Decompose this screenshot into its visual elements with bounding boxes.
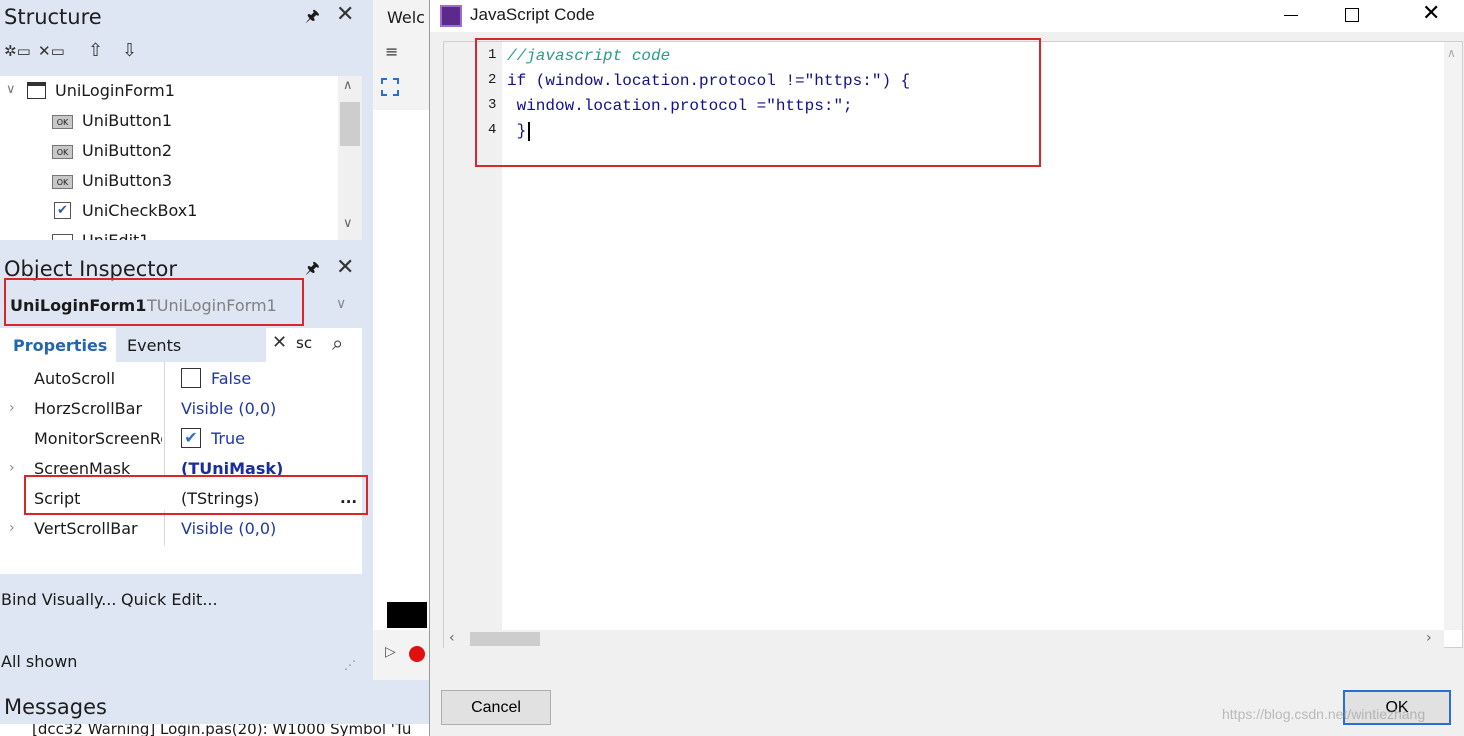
inspector-tabs: Properties Events ✕ sc ⌕ [0,328,362,362]
javascript-code-dialog: JavaScript Code ✕ 1 //javascript code 2 … [429,0,1464,736]
tab-properties-label: Properties [13,336,108,355]
tree-item[interactable]: UniCheckBox1 [82,201,197,220]
checkbox-icon: ✔ [54,202,71,219]
play-icon[interactable]: ▷ [385,644,396,660]
editor-strip: Welc ≡ ▷ [373,0,429,680]
app-icon [440,5,462,27]
expand-icon[interactable]: › [9,400,15,416]
clear-search-icon[interactable]: ✕ [272,332,287,353]
scroll-thumb[interactable] [340,102,360,146]
dark-bar [387,602,427,628]
bind-visually-link[interactable]: Bind Visually... [1,590,116,609]
align-icon[interactable]: ≡ [385,42,398,61]
resize-grip-icon[interactable]: ⋰ [344,658,356,672]
scroll-up-icon[interactable]: ∧ [1447,46,1456,60]
form-icon [27,82,46,99]
grid-divider [164,362,165,546]
tree-item[interactable]: UniButton3 [82,171,172,190]
cancel-button[interactable]: Cancel [441,690,551,725]
editor-vscrollbar[interactable]: ∧ [1444,42,1462,630]
structure-title: Structure [4,5,102,29]
structure-panel: Structure 🖈 ✕ ✲▭ ✕▭ ⇧ ⇩ ∨ UniLoginForm1 … [0,0,372,240]
tree-item[interactable]: UniEdit1 [82,231,149,240]
search-field[interactable]: ✕ sc ⌕ [266,328,362,362]
grid-icon[interactable] [381,78,399,96]
move-down-icon[interactable]: ⇩ [122,40,137,61]
search-input[interactable]: sc [296,334,312,352]
property-value[interactable]: Visible (0,0) [181,399,276,418]
editor-tab[interactable]: Welc [387,8,425,27]
expand-all-icon[interactable]: ✲▭ [4,42,31,60]
maximize-icon[interactable] [1345,8,1359,22]
property-name[interactable]: HorzScrollBar [34,399,142,418]
quick-edit-link[interactable]: Quick Edit... [121,590,218,609]
tab-properties[interactable]: Properties [0,328,116,362]
tree-expander-icon[interactable]: ∨ [6,82,16,97]
dialog-title: JavaScript Code [470,5,595,24]
messages-panel: Messages [dcc32 Warning] Login.pas(20): … [0,680,430,736]
tab-events-label: Events [127,336,182,355]
tree-item[interactable]: UniButton2 [82,141,172,160]
move-up-icon[interactable]: ⇧ [88,40,103,61]
object-inspector: Object Inspector 🖈 ✕ UniLoginForm1 TUniL… [0,240,372,680]
property-name[interactable]: VertScrollBar [34,519,138,538]
tree-item[interactable]: UniButton1 [82,111,172,130]
structure-scrollbar[interactable]: ∧ ∨ [338,76,362,240]
close-icon[interactable]: ✕ [336,255,354,280]
property-value[interactable]: False [211,369,251,388]
status-text: All shown [1,652,78,671]
property-name[interactable]: AutoScroll [34,369,115,388]
property-value[interactable]: Visible (0,0) [181,519,276,538]
scroll-up-icon[interactable]: ∧ [343,78,353,93]
scroll-down-icon[interactable]: ∨ [343,216,353,231]
tree-item-root[interactable]: UniLoginForm1 [55,81,175,100]
property-grid: AutoScroll False › HorzScrollBar Visible… [0,362,362,574]
pin-icon[interactable]: 🖈 [305,5,320,32]
dialog-titlebar[interactable]: JavaScript Code ✕ [430,0,1464,32]
checkbox-checked[interactable]: ✔ [181,428,201,448]
expand-icon[interactable]: › [9,460,15,476]
checkbox-unchecked[interactable] [181,368,201,388]
pin-icon[interactable]: 🖈 [305,257,320,284]
highlight-code [475,38,1041,167]
scroll-left-icon[interactable]: ‹ [449,630,455,646]
close-window-icon[interactable]: ✕ [1422,1,1440,26]
message-line[interactable]: [dcc32 Warning] Login.pas(20): W1000 Sym… [32,724,411,736]
tab-events[interactable]: Events [116,328,196,362]
button-icon: OK [52,175,73,189]
button-icon: OK [52,115,73,129]
property-value[interactable]: True [211,429,245,448]
minimize-icon[interactable] [1284,15,1298,16]
close-icon[interactable]: ✕ [336,2,354,27]
editor-hscrollbar[interactable]: ‹ › [444,630,1444,648]
expand-icon[interactable]: › [9,520,15,536]
structure-tree: ∨ UniLoginForm1 OK UniButton1 OK UniButt… [0,76,362,240]
highlight-object-selector [4,278,304,326]
record-icon[interactable] [409,646,425,662]
button-icon: OK [52,145,73,159]
highlight-script-row [24,475,368,515]
search-icon[interactable]: ⌕ [332,331,343,355]
scroll-right-icon[interactable]: › [1426,630,1432,646]
messages-title: Messages [4,695,107,719]
watermark: https://blog.csdn.net/wintiezhang [1222,706,1426,722]
form-preview [373,110,429,630]
property-name[interactable]: MonitorScreenRe [34,429,162,448]
chevron-down-icon[interactable]: ∨ [336,296,346,312]
collapse-all-icon[interactable]: ✕▭ [38,42,65,60]
messages-list: [dcc32 Warning] Login.pas(20): W1000 Sym… [0,724,430,736]
hscroll-thumb[interactable] [470,632,540,646]
